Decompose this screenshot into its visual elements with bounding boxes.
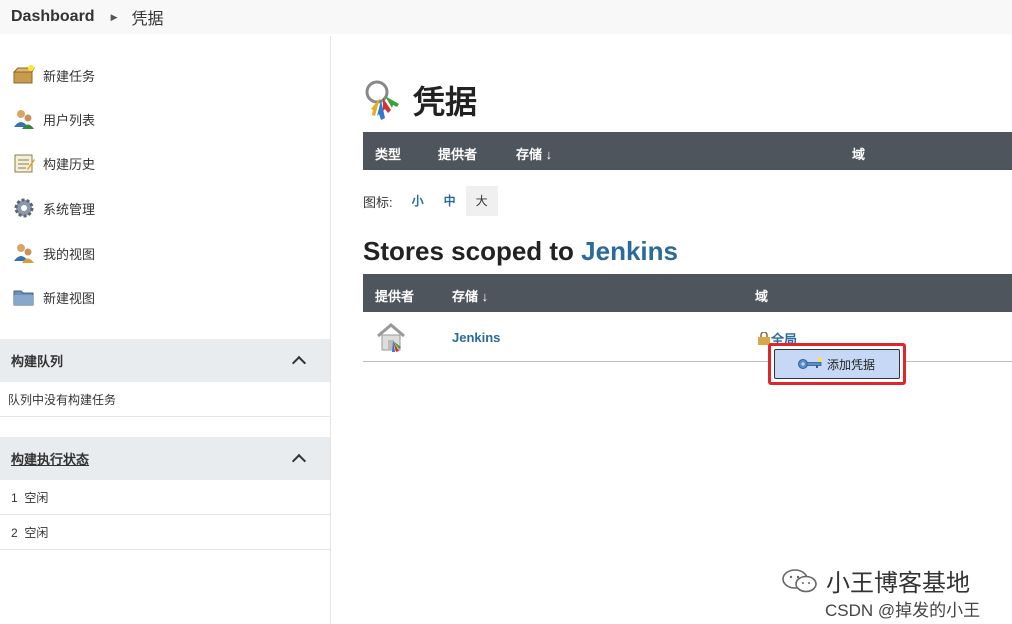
table-row: Jenkins 全局 [363, 313, 1012, 362]
sidebar-item-new-view[interactable]: 新建视图 [12, 283, 95, 311]
sidebar-item-label: 系统管理 [43, 201, 96, 217]
stores-heading: Stores scoped to Jenkins [363, 236, 678, 267]
sidebar-item-label: 用户列表 [43, 112, 96, 128]
sidebar-item-label: 我的视图 [43, 246, 96, 262]
key-icon [798, 357, 823, 369]
user-icon [12, 241, 36, 265]
sidebar-item-label: 构建历史 [43, 156, 96, 172]
wechat-icon [782, 568, 817, 592]
build-queue-empty: 队列中没有构建任务 [0, 382, 330, 417]
col-provider[interactable]: 提供者 [438, 144, 477, 163]
credentials-table-header: 类型 提供者 存储 ↓ 域 [363, 132, 1012, 170]
executor-status: 1 空闲 [11, 490, 49, 505]
stores-heading-text: Stores scoped to [363, 236, 582, 266]
system-store-icon [375, 321, 407, 353]
executors-header: 构建执行状态 [0, 437, 330, 480]
breadcrumb-dashboard[interactable]: Dashboard [11, 8, 95, 26]
watermark-line1: 小王博客基地 [780, 563, 970, 598]
icon-size-large[interactable]: 大 [465, 186, 498, 216]
col-type[interactable]: 类型 [375, 144, 401, 163]
domain-context-menu: 添加凭据 [768, 343, 906, 385]
executor-row: 2 空闲 [0, 515, 330, 550]
new-item-icon [12, 63, 36, 87]
credentials-keys-icon [363, 76, 411, 124]
col-store[interactable]: 存储 ↓ [516, 144, 552, 163]
build-queue-empty-text: 队列中没有构建任务 [8, 392, 117, 407]
breadcrumb-arrow-icon: ▶ [110, 11, 118, 22]
watermark: 小王博客基地 CSDN @掉发的小王 [780, 563, 980, 620]
sidebar-item-manage[interactable]: 系统管理 [12, 194, 95, 222]
breadcrumb: Dashboard ▶ 凭据 [0, 0, 1012, 34]
col-store[interactable]: 存储 ↓ [452, 286, 488, 305]
icon-size-selector: 图标: 小 中 大 [363, 186, 498, 216]
folder-icon [12, 285, 36, 309]
col-domain[interactable]: 域 [852, 144, 865, 163]
people-icon [12, 107, 36, 131]
gear-icon [12, 196, 36, 220]
stores-table-header: 提供者 存储 ↓ 域 [363, 274, 1012, 312]
page-title-text: 凭据 [413, 84, 478, 120]
sidebar-item-label: 新建任务 [43, 68, 96, 84]
sidebar-item-build-history[interactable]: 构建历史 [12, 149, 95, 177]
icon-size-small[interactable]: 小 [402, 186, 434, 216]
col-domain[interactable]: 域 [755, 286, 768, 305]
col-provider[interactable]: 提供者 [375, 286, 414, 305]
executors-title[interactable]: 构建执行状态 [11, 449, 89, 468]
add-credentials-menu-item[interactable]: 添加凭据 [774, 349, 900, 379]
add-credentials-label: 添加凭据 [827, 357, 876, 372]
sidebar: 新建任务 用户列表 构建历史 系统管理 我的视图 新建视图 构建队列 队列中没有… [0, 36, 331, 624]
build-queue-title: 构建队列 [11, 354, 64, 369]
chevron-up-icon[interactable] [291, 453, 307, 469]
chevron-up-icon[interactable] [291, 355, 307, 371]
breadcrumb-credentials[interactable]: 凭据 [132, 5, 164, 29]
watermark-title: 小王博客基地 [826, 570, 970, 597]
executor-row: 1 空闲 [0, 480, 330, 515]
page-title: 凭据 [363, 76, 477, 124]
sidebar-item-my-views[interactable]: 我的视图 [12, 239, 95, 267]
sidebar-item-label: 新建视图 [43, 290, 96, 306]
executor-status: 2 空闲 [11, 525, 49, 540]
sidebar-item-people[interactable]: 用户列表 [12, 105, 95, 133]
build-queue-header: 构建队列 [0, 339, 330, 382]
icon-size-label: 图标: [363, 194, 393, 210]
stores-heading-jenkins-link[interactable]: Jenkins [581, 236, 678, 266]
watermark-author: CSDN @掉发的小王 [825, 601, 981, 620]
notepad-icon [12, 151, 36, 175]
store-jenkins-link[interactable]: Jenkins [452, 330, 500, 345]
icon-size-medium[interactable]: 中 [434, 186, 466, 216]
sidebar-item-new-item[interactable]: 新建任务 [12, 61, 95, 89]
